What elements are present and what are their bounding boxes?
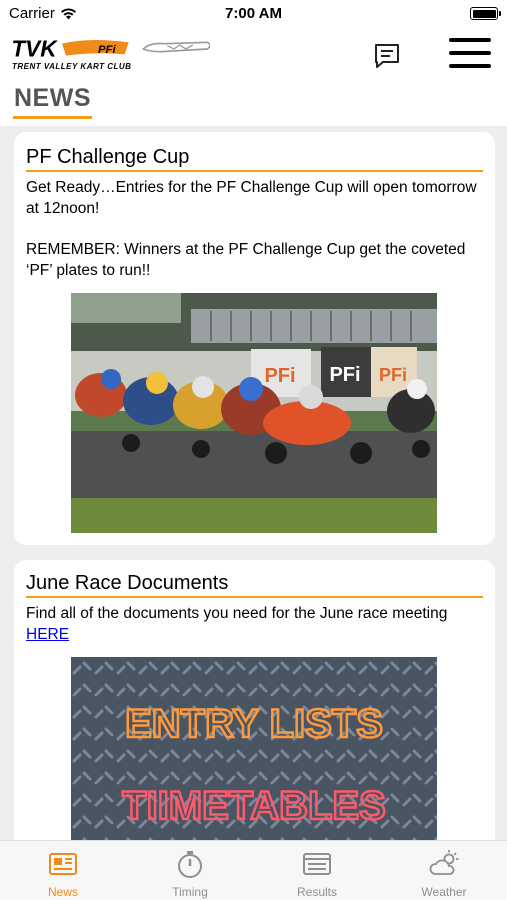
timetables-neon-text: TIIMETABLES — [122, 784, 386, 828]
app-header: TVK PFi TRENT VALLEY KART CLUB NEWS — [0, 28, 507, 126]
documents-link[interactable]: HERE — [26, 626, 69, 643]
page-title: NEWS — [14, 84, 91, 112]
tab-results[interactable]: Results — [254, 841, 380, 900]
chat-icon — [375, 44, 399, 68]
tab-weather[interactable]: Weather — [381, 841, 507, 900]
race-documents-image[interactable]: ENTRY LISTS TIIMETABLES — [71, 657, 437, 857]
logo-tagline: TRENT VALLEY KART CLUB — [12, 62, 132, 71]
battery-icon — [470, 7, 501, 20]
clock: 7:00 AM — [225, 5, 282, 22]
entry-lists-neon-text: ENTRY LISTS — [125, 702, 383, 746]
photo-banner-text: PFi — [379, 365, 407, 385]
title-divider — [26, 596, 483, 598]
tab-label: Timing — [172, 885, 208, 899]
news-card-text-body: Find all of the documents you need for t… — [26, 605, 448, 622]
tvk-logo-mark: TVK PFi — [11, 35, 210, 61]
club-logo[interactable]: TVK PFi TRENT VALLEY KART CLUB — [10, 32, 320, 76]
logo-text: TVK — [11, 35, 58, 61]
bottom-tab-bar: News Timing Results Weather — [0, 840, 507, 900]
news-card[interactable]: PF Challenge Cup Get Ready…Entries for t… — [14, 132, 495, 545]
status-bar: Carrier 7:00 AM — [0, 0, 507, 28]
tab-label: Weather — [421, 885, 467, 899]
results-icon — [303, 853, 331, 875]
logo-badge: PFi — [98, 44, 116, 56]
tab-news[interactable]: News — [0, 841, 126, 900]
photo-banner-text: PFi — [329, 364, 360, 386]
weather-icon — [429, 850, 459, 875]
news-card[interactable]: June Race Documents Find all of the docu… — [14, 560, 495, 860]
news-card-text: Find all of the documents you need for t… — [26, 603, 481, 645]
news-card-title: June Race Documents — [26, 572, 229, 594]
news-card-text: REMEMBER: Winners at the PF Challenge Cu… — [26, 241, 466, 279]
title-divider — [26, 170, 483, 172]
tab-label: Results — [296, 885, 337, 899]
photo-banner-text: PFi — [264, 365, 295, 387]
title-underline — [13, 116, 92, 119]
tab-timing[interactable]: Timing — [127, 841, 253, 900]
chat-button[interactable] — [372, 42, 402, 70]
newspaper-icon — [49, 853, 77, 875]
karting-race-photo[interactable]: PFi PFi PFi — [71, 293, 437, 533]
news-card-title: PF Challenge Cup — [26, 146, 190, 168]
tab-label: News — [47, 885, 78, 899]
stopwatch-icon — [178, 851, 202, 878]
news-card-text: Get Ready…Entries for the PF Challenge C… — [26, 179, 477, 217]
hamburger-menu-button[interactable] — [449, 38, 491, 70]
